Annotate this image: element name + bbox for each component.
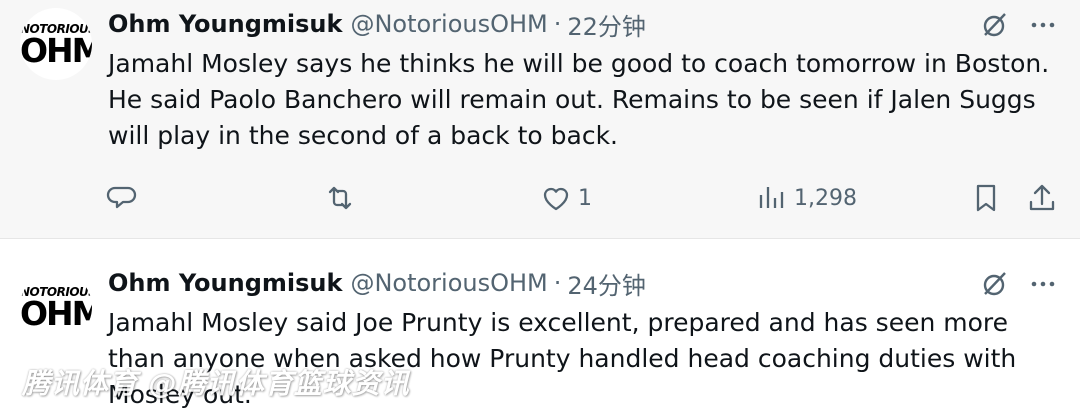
avatar-text-bottom: OHM xyxy=(20,294,92,333)
more-options-icon[interactable] xyxy=(1028,10,1058,40)
separator-dot: · xyxy=(553,269,562,297)
tweet-1[interactable]: NOTORIOUS OHM Ohm Youngmisuk @NotoriousO… xyxy=(0,0,1080,238)
more-options-icon[interactable] xyxy=(1028,269,1058,299)
tweet-header: Ohm Youngmisuk @NotoriousOHM · 22分钟 xyxy=(108,7,646,42)
tweet-text-line: Jamahl Mosley says he thinks he will be … xyxy=(108,49,1050,78)
tweet-text-line: He said Paolo Banchero will remain out. … xyxy=(108,85,1036,114)
like-button[interactable]: 1 xyxy=(540,176,592,220)
share-button[interactable] xyxy=(1026,176,1058,220)
watermark: 腾讯体育 @腾讯体育篮球资讯 xyxy=(22,367,410,400)
retweet-button[interactable] xyxy=(324,176,356,220)
tweet-text: Jamahl Mosley says he thinks he will be … xyxy=(108,46,1058,154)
avatar[interactable]: NOTORIOUS OHM xyxy=(20,8,92,80)
reply-button[interactable] xyxy=(106,176,138,220)
timestamp[interactable]: 24分钟 xyxy=(567,266,646,301)
retweet-icon xyxy=(328,186,352,210)
grok-icon[interactable] xyxy=(980,269,1010,299)
action-bar: 1 1,298 xyxy=(0,176,1080,220)
views-count: 1,298 xyxy=(794,185,857,211)
author-handle[interactable]: @NotoriousOHM xyxy=(350,10,547,38)
share-icon xyxy=(1029,184,1055,211)
bookmark-button[interactable] xyxy=(970,176,1002,220)
heart-icon xyxy=(543,187,569,211)
reply-icon xyxy=(106,186,137,209)
avatar[interactable]: NOTORIOUS OHM xyxy=(20,271,92,343)
like-count: 1 xyxy=(578,185,592,211)
separator-dot: · xyxy=(553,10,562,38)
author-handle[interactable]: @NotoriousOHM xyxy=(350,269,547,297)
avatar-text-bottom: OHM xyxy=(20,31,92,70)
tweet-header: Ohm Youngmisuk @NotoriousOHM · 24分钟 xyxy=(108,266,646,301)
bookmark-icon xyxy=(976,184,996,212)
author-name[interactable]: Ohm Youngmisuk xyxy=(108,10,342,38)
author-name[interactable]: Ohm Youngmisuk xyxy=(108,269,342,297)
views-icon xyxy=(759,187,784,208)
grok-icon[interactable] xyxy=(980,10,1010,40)
views-button[interactable]: 1,298 xyxy=(756,176,857,220)
tweet-text-line: Jamahl Mosley said Joe Prunty is excelle… xyxy=(108,308,1009,337)
timestamp[interactable]: 22分钟 xyxy=(567,7,646,42)
tweet-text-line: will play in the second of a back to bac… xyxy=(108,121,618,150)
